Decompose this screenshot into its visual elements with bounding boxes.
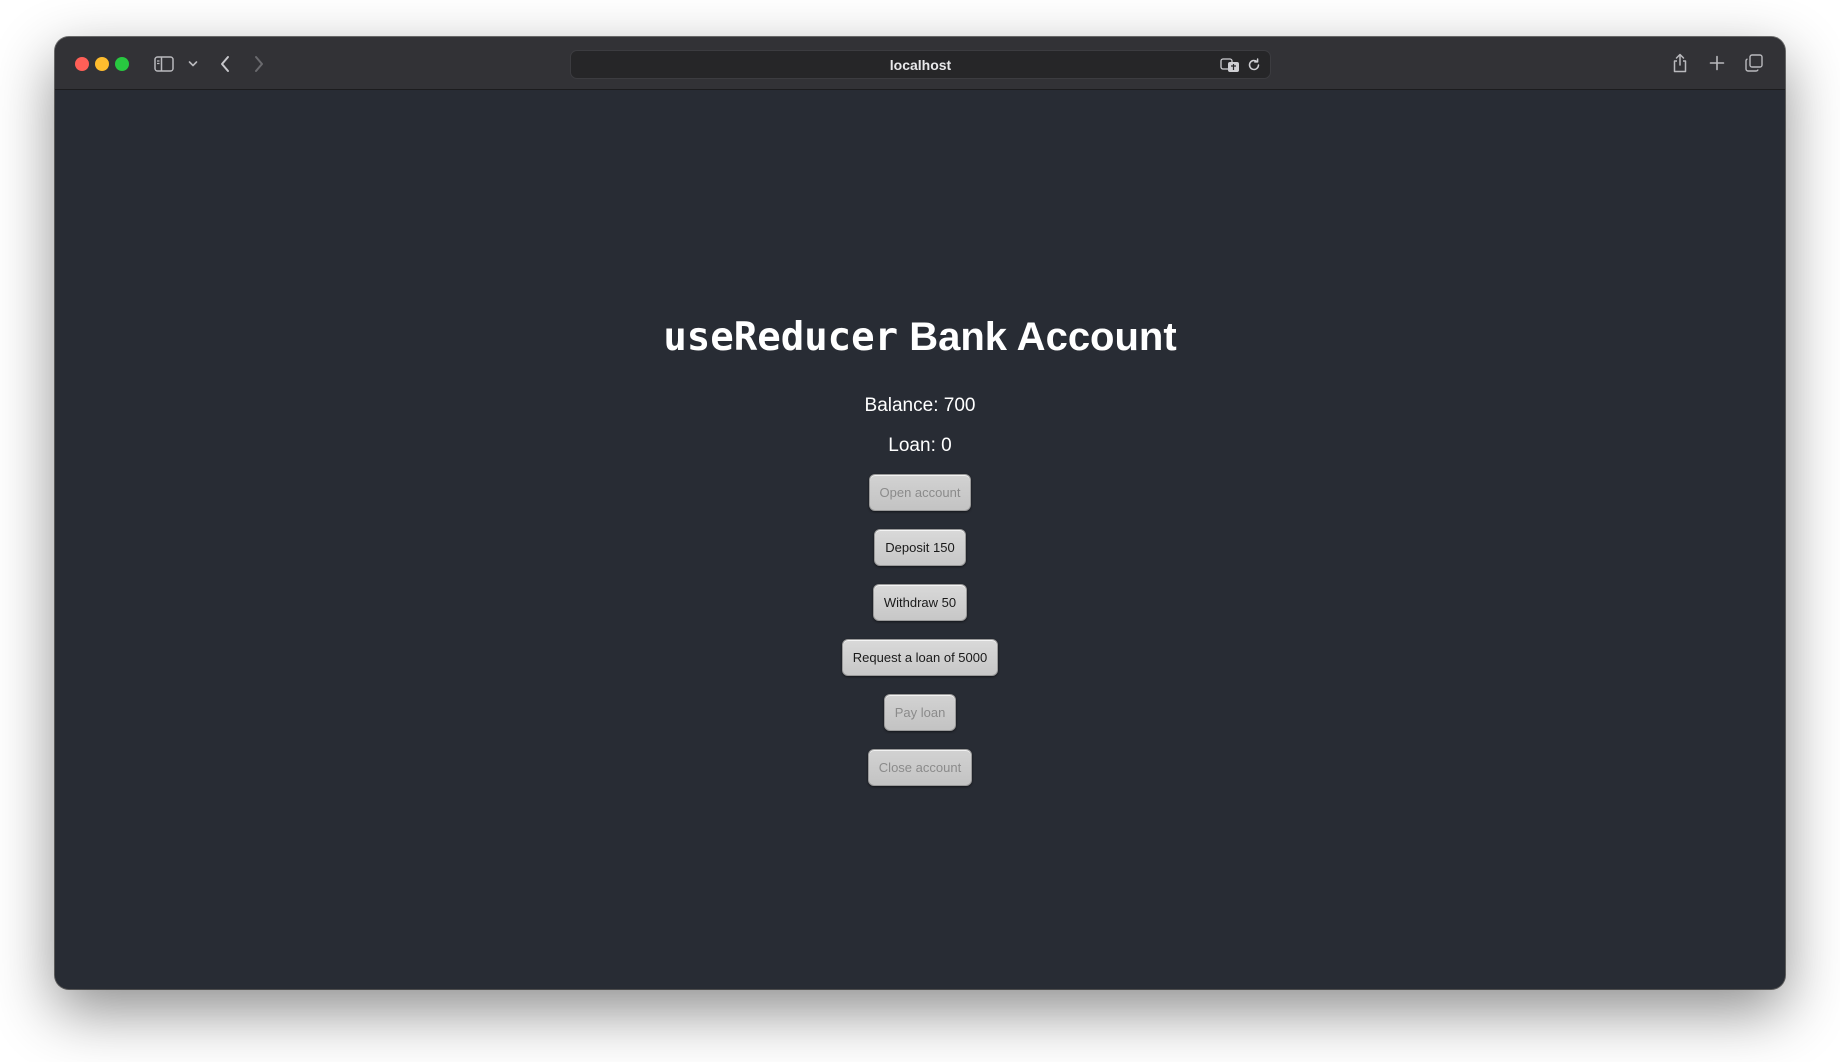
plus-icon[interactable] [1707,53,1727,73]
minimize-window-button[interactable] [95,57,109,71]
withdraw-button[interactable]: Withdraw 50 [872,584,968,621]
open-account-button[interactable]: Open account [868,474,972,511]
close-account-button[interactable]: Close account [867,749,973,786]
browser-toolbar: localhost [55,37,1785,90]
deposit-button[interactable]: Deposit 150 [874,529,966,566]
page-content: useReducer Bank Account Balance: 700 Loa… [55,91,1785,989]
tabs-overview-icon[interactable] [1744,53,1764,73]
address-bar-url: localhost [889,56,952,73]
loan-text: Loan: 0 [888,435,952,456]
maximize-window-button[interactable] [115,57,129,71]
share-icon[interactable] [1670,51,1690,75]
address-bar[interactable]: localhost [570,50,1271,79]
page-title-text: Bank Account [898,315,1177,359]
chevron-down-icon[interactable] [186,57,200,71]
page-title-code: useReducer [663,315,899,360]
balance-text: Balance: 700 [864,395,976,416]
close-window-button[interactable] [75,57,89,71]
forward-chevron-icon[interactable] [249,53,269,75]
back-chevron-icon[interactable] [215,53,235,75]
action-buttons: Open account Deposit 150 Withdraw 50 Req… [55,474,1785,804]
sidebar-toggle-icon[interactable] [152,52,176,76]
request-loan-button[interactable]: Request a loan of 5000 [841,639,999,676]
pay-loan-button[interactable]: Pay loan [883,694,957,731]
page-title: useReducer Bank Account [55,313,1785,362]
reload-icon[interactable] [1246,57,1262,73]
browser-window: localhost useReducer Bank Account Balanc… [55,37,1785,989]
translate-icon[interactable] [1220,56,1240,74]
